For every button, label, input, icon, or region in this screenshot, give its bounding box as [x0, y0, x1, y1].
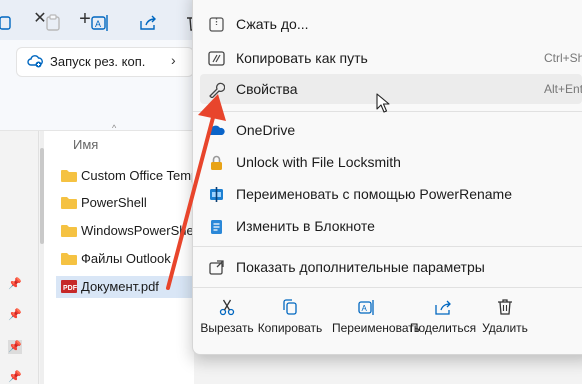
folder-icon — [61, 225, 77, 237]
menu-item-label: OneDrive — [236, 122, 296, 138]
cloud-backup-icon — [27, 55, 43, 68]
copy-path-icon — [208, 51, 225, 66]
paste-icon[interactable] — [43, 13, 63, 33]
menu-item-label: Сжать до... — [236, 16, 309, 32]
column-header-name[interactable]: Имя — [73, 137, 98, 152]
pdf-icon: PDF — [61, 280, 77, 293]
notepad-icon — [211, 220, 222, 234]
cut-button[interactable]: Вырезать — [192, 296, 262, 342]
menu-item-label: Изменить в Блокноте — [236, 218, 375, 234]
svg-text:PDF: PDF — [63, 285, 77, 292]
list-item[interactable]: PowerShell — [56, 192, 196, 214]
share-button[interactable]: Поделиться — [408, 296, 478, 342]
menu-item-label: Показать дополнительные параметры — [236, 259, 485, 275]
file-name: Файлы Outlook — [81, 251, 171, 266]
cut-icon — [219, 299, 235, 316]
menu-item-powerrename[interactable]: Переименовать с помощью PowerRename — [200, 179, 582, 209]
menu-separator — [193, 287, 582, 288]
folder-icon — [61, 197, 77, 209]
menu-item-copy-as-path[interactable]: Копировать как путь Ctrl+Shift+C — [200, 43, 582, 73]
more-options-icon — [209, 260, 224, 275]
menu-item-label: Копировать как путь — [236, 50, 368, 66]
menu-item-onedrive[interactable]: OneDrive — [200, 115, 582, 145]
rename-icon[interactable]: A — [90, 13, 110, 33]
zip-icon — [209, 17, 224, 32]
list-item[interactable]: PDF Документ.pdf — [56, 276, 196, 298]
rename-icon: A — [358, 300, 374, 315]
mouse-cursor-icon — [376, 93, 390, 113]
file-name: WindowsPowerShell — [81, 223, 200, 238]
menu-item-compress[interactable]: Сжать до... — [200, 9, 582, 39]
list-item[interactable]: Файлы Outlook — [56, 248, 196, 270]
menu-item-edit-notepad[interactable]: Изменить в Блокноте — [200, 211, 582, 241]
shortcut-label: Alt+Enter — [544, 82, 582, 96]
wrench-icon — [209, 82, 225, 98]
copy-icon — [283, 299, 297, 315]
menu-separator — [193, 246, 582, 247]
list-item[interactable]: WindowsPowerShell — [56, 220, 200, 242]
menu-item-label: Свойства — [236, 81, 298, 97]
folder-icon — [61, 170, 77, 182]
folder-icon — [61, 253, 77, 265]
svg-text:A: A — [362, 304, 368, 313]
menu-item-properties[interactable]: Свойства Alt+Enter — [200, 74, 582, 104]
menu-item-file-locksmith[interactable]: Unlock with File Locksmith — [200, 147, 582, 177]
pin-icon: 📌 — [8, 340, 22, 354]
file-name: Документ.pdf — [81, 279, 159, 294]
copy-label: Копировать — [257, 321, 323, 335]
share-icon — [435, 300, 451, 315]
onedrive-icon — [208, 125, 225, 135]
powerrename-icon — [210, 187, 223, 202]
lock-icon — [211, 155, 222, 170]
share-label: Поделиться — [409, 321, 477, 335]
pin-icon: 📌 — [8, 371, 22, 383]
rename-label: Переименовать — [332, 321, 420, 335]
rename-button[interactable]: A Переименовать — [332, 296, 420, 342]
share-icon[interactable] — [138, 13, 158, 33]
shortcut-label: Ctrl+Shift+C — [544, 51, 582, 65]
backup-button[interactable]: Запуск рез. коп. › — [16, 47, 194, 77]
svg-text:A: A — [95, 19, 101, 29]
backup-label: Запуск рез. коп. — [50, 54, 146, 69]
delete-icon — [498, 299, 512, 315]
menu-item-label: Переименовать с помощью PowerRename — [236, 186, 512, 202]
menu-item-show-more-options[interactable]: Показать дополнительные параметры — [200, 252, 582, 282]
file-name: PowerShell — [81, 195, 147, 210]
menu-item-label: Unlock with File Locksmith — [236, 154, 401, 170]
chevron-right-icon: › — [171, 52, 176, 68]
copy-button[interactable]: Копировать — [255, 296, 325, 342]
delete-button[interactable]: Удалить — [470, 296, 540, 342]
pin-icon: 📌 — [8, 309, 22, 321]
cut-label: Вырезать — [200, 321, 254, 335]
pin-icon: 📌 — [8, 278, 22, 290]
list-item[interactable]: Custom Office Templates — [56, 165, 226, 187]
copy-icon[interactable] — [0, 13, 14, 33]
sort-caret-icon: ^ — [112, 123, 117, 133]
delete-label: Удалить — [482, 321, 528, 335]
